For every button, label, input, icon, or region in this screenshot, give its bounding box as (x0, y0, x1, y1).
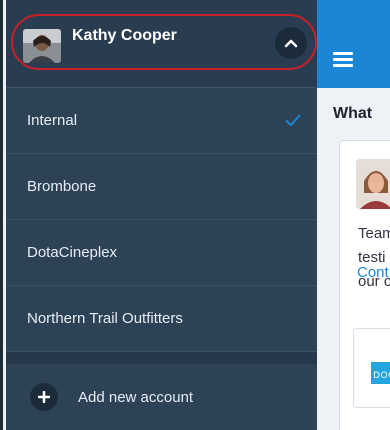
attachment-logo: DOC (371, 362, 390, 384)
app-frame: Kathy Cooper Internal Brombone DotaCinep… (0, 0, 390, 430)
add-account-label: Add new account (78, 388, 194, 406)
account-item-dotacineplex[interactable]: DotaCineplex (6, 220, 317, 286)
user-name: Kathy Cooper (72, 27, 177, 44)
main-content: What Team testi our c Cont DOC (317, 0, 390, 430)
avatar (23, 29, 61, 63)
author-photo-icon (356, 159, 390, 209)
drawer-divider (6, 352, 317, 364)
check-icon (285, 114, 301, 127)
account-label: Northern Trail Outfitters (27, 310, 183, 327)
chevron-up-icon (284, 39, 298, 48)
feed-title: What (333, 105, 373, 122)
attachment-logo-text: DOC (373, 371, 390, 381)
top-bar (317, 0, 390, 88)
plus-icon (30, 383, 58, 411)
account-label: Brombone (27, 178, 97, 195)
account-item-internal[interactable]: Internal (6, 88, 317, 154)
post-text-line: Team (358, 225, 390, 242)
account-label: DotaCineplex (27, 244, 118, 261)
drawer-header[interactable]: Kathy Cooper (6, 0, 317, 88)
post-author-avatar (356, 159, 390, 209)
post-link[interactable]: Cont (357, 264, 389, 281)
account-item-brombone[interactable]: Brombone (6, 154, 317, 220)
account-item-northern-trail-outfitters[interactable]: Northern Trail Outfitters (6, 286, 317, 352)
hamburger-menu-icon[interactable] (333, 52, 353, 68)
account-label: Internal (27, 112, 78, 129)
add-new-account-button[interactable]: Add new account (6, 364, 317, 430)
user-photo-icon (23, 29, 61, 63)
account-switcher-drawer: Kathy Cooper Internal Brombone DotaCinep… (6, 0, 317, 430)
account-list: Internal Brombone DotaCineplex Northern … (6, 88, 317, 352)
collapse-accounts-button[interactable] (275, 27, 307, 59)
